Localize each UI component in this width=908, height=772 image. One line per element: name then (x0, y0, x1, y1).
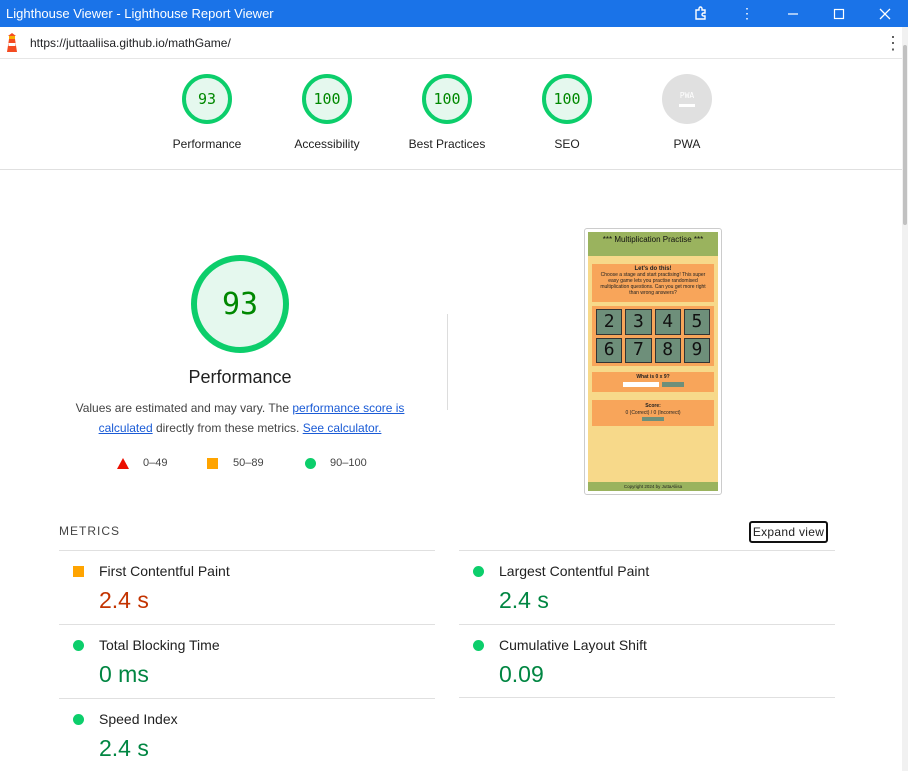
gauge-score: 100 (422, 74, 472, 124)
pass-circle-icon (473, 566, 484, 577)
maximize-icon[interactable] (816, 0, 862, 27)
triangle-icon (117, 457, 129, 469)
gauge-score: 93 (182, 74, 232, 124)
app-number-grid: 2 3 4 5 6 7 8 9 (592, 306, 714, 366)
metric-name: First Contentful Paint (99, 563, 230, 579)
app-number: 7 (625, 337, 652, 363)
circle-icon (305, 457, 316, 469)
pass-circle-icon (73, 714, 84, 725)
metric-value: 2.4 s (99, 587, 149, 613)
metric-cls: Cumulative Layout Shift 0.09 (459, 624, 835, 698)
metric-name: Total Blocking Time (99, 637, 220, 653)
legend-label: 50–89 (233, 457, 264, 469)
desc-text: Values are estimated and may vary. The (75, 401, 290, 415)
gauge-seo[interactable]: 100 SEO (512, 74, 622, 151)
more-options-icon[interactable]: ⋮ (724, 0, 770, 27)
score-gauges: 93 Performance 100 Accessibility 100 Bes… (0, 59, 906, 170)
page-url[interactable]: https://juttaaliisa.github.io/mathGame/ (30, 36, 878, 50)
app-number: 6 (596, 337, 623, 363)
scrollbar[interactable] (902, 27, 908, 771)
final-screenshot[interactable]: *** Multiplication Practise *** Let's do… (584, 228, 722, 495)
app-header: *** Multiplication Practise *** (588, 232, 718, 256)
minimize-icon[interactable] (770, 0, 816, 27)
lighthouse-logo-icon (4, 32, 20, 53)
gauge-label: Performance (172, 137, 242, 151)
window-title: Lighthouse Viewer - Lighthouse Report Vi… (6, 6, 274, 21)
app-score: Score: 0 (Correct) / 0 (Incorrect) (592, 400, 714, 426)
app-number: 9 (683, 337, 710, 363)
gauge-performance[interactable]: 93 Performance (152, 74, 262, 151)
close-icon[interactable] (862, 0, 908, 27)
metric-lcp: Largest Contentful Paint 2.4 s (459, 550, 835, 624)
app-score-text: 0 (Correct) / 0 (Incorrect) (625, 410, 681, 416)
scrollbar-thumb[interactable] (903, 45, 907, 225)
gauge-pwa[interactable]: PWA PWA (632, 74, 742, 151)
app-score-title: Score: (645, 403, 661, 409)
divider (447, 314, 448, 410)
app-reset-button (642, 417, 664, 421)
expand-view-button[interactable]: Expand view (749, 521, 828, 543)
app-number: 8 (654, 337, 681, 363)
gauge-best-practices[interactable]: 100 Best Practices (392, 74, 502, 151)
metric-value: 0 ms (99, 661, 149, 687)
metric-name: Speed Index (99, 711, 178, 727)
gauge-label: PWA (673, 137, 701, 151)
screenshot-app: *** Multiplication Practise *** Let's do… (588, 232, 718, 491)
metric-name: Cumulative Layout Shift (499, 637, 647, 653)
window-titlebar: Lighthouse Viewer - Lighthouse Report Vi… (0, 0, 908, 27)
pwa-badge-text: PWA (679, 91, 695, 100)
app-footer: Copyright 2024 by JuttaAliisa (588, 482, 718, 491)
gauge-accessibility[interactable]: 100 Accessibility (272, 74, 382, 151)
divider (459, 697, 835, 698)
pass-circle-icon (473, 640, 484, 651)
performance-gauge: 93 (191, 255, 289, 353)
legend-label: 90–100 (330, 457, 367, 469)
metric-fcp: First Contentful Paint 2.4 s (59, 550, 435, 624)
legend-average: 50–89 (207, 457, 264, 469)
app-intro: Let's do this! Choose a stage and start … (592, 264, 714, 302)
app-number: 3 (625, 309, 652, 335)
metric-tbt: Total Blocking Time 0 ms (59, 624, 435, 698)
gauge-label: SEO (554, 137, 580, 151)
legend-label: 0–49 (143, 457, 168, 469)
desc-text: directly from these metrics. (155, 421, 300, 435)
see-calculator-link[interactable]: See calculator. (303, 421, 382, 435)
pwa-badge-icon: PWA (662, 74, 712, 124)
extensions-icon[interactable] (678, 0, 724, 27)
performance-title: Performance (188, 367, 292, 387)
gauge-label: Accessibility (294, 137, 360, 151)
url-bar: https://juttaaliisa.github.io/mathGame/ … (0, 27, 908, 59)
square-icon (207, 457, 218, 469)
metric-name: Largest Contentful Paint (499, 563, 650, 579)
app-number: 4 (654, 309, 681, 335)
gauge-score: 100 (302, 74, 352, 124)
app-number: 2 (596, 309, 623, 335)
app-intro-text: Choose a stage and start practising! Thi… (600, 272, 706, 296)
pass-circle-icon (73, 640, 84, 651)
metric-value: 0.09 (499, 661, 544, 687)
gauge-score: 100 (542, 74, 592, 124)
app-question-text: What is 0 x 9? (636, 374, 670, 380)
app-number: 5 (683, 309, 710, 335)
app-answer-input (622, 382, 659, 387)
metric-speed-index: Speed Index 2.4 s (59, 698, 435, 772)
performance-description: Values are estimated and may vary. The p… (70, 398, 410, 438)
metric-value: 2.4 s (499, 587, 549, 613)
metrics-heading: METRICS (59, 524, 120, 538)
metric-value: 2.4 s (99, 735, 149, 761)
app-question: What is 0 x 9? (592, 372, 714, 392)
average-square-icon (73, 566, 84, 577)
app-submit-button (661, 382, 684, 387)
legend-pass: 90–100 (305, 457, 367, 469)
legend-fail: 0–49 (117, 457, 167, 469)
gauge-label: Best Practices (408, 137, 486, 151)
